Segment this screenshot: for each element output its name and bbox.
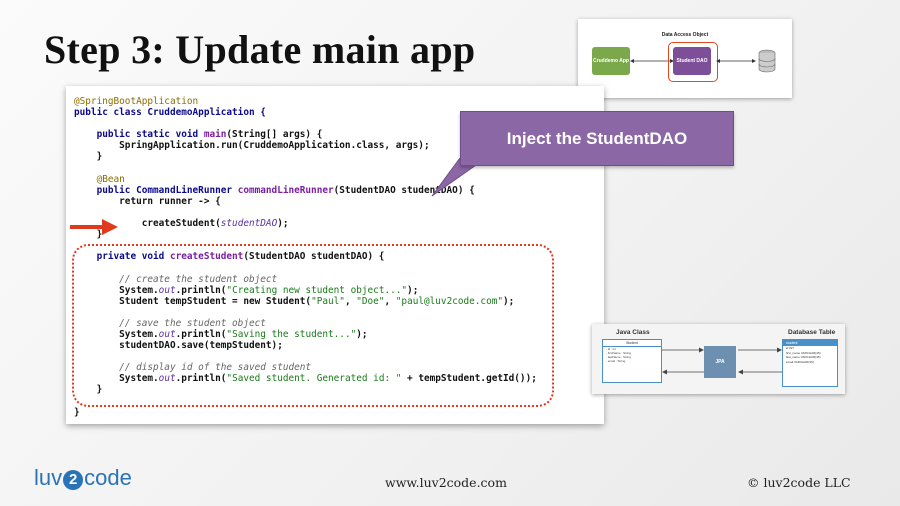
code-class-declaration: public class CruddemoApplication {	[74, 107, 266, 119]
code-field: studentDAO	[220, 218, 278, 230]
logo-badge: 2	[63, 470, 84, 490]
arrow-left-icon	[738, 369, 782, 375]
logo-text: luv	[34, 465, 63, 490]
java-class-header: Java Class	[616, 329, 650, 336]
code-method-name: main	[203, 129, 227, 141]
code-brace: }	[74, 406, 80, 418]
code-annotation: @SpringBootApplication	[74, 96, 199, 107]
code-keyword: public CommandLineRunner	[96, 184, 238, 196]
java-class-box: Student - id : int - firstName : String …	[602, 339, 662, 383]
code-keyword: public static void	[96, 129, 204, 141]
double-arrow-icon	[716, 59, 756, 63]
database-table-column: email VARCHAR(45)	[786, 359, 814, 364]
dao-diagram-header: Data Access Object	[661, 32, 709, 38]
database-table-header: Database Table	[788, 329, 836, 336]
java-class-name: Student	[603, 340, 661, 347]
footer-url: www.luv2code.com	[385, 475, 507, 490]
java-class-field: - email : String	[606, 359, 626, 363]
logo-text: code	[84, 465, 132, 490]
arrow-right-icon	[662, 347, 704, 353]
slide-title: Step 3: Update main app	[44, 27, 476, 72]
footer-copyright: © luv2code LLC	[747, 475, 851, 490]
code-text: );	[277, 218, 289, 230]
student-dao-box: Student DAO	[673, 47, 711, 75]
code-text: (String[] args) {	[226, 129, 323, 141]
arrow-left-icon	[662, 369, 704, 375]
method-highlight-box	[72, 244, 554, 407]
code-annotation: @Bean	[96, 173, 125, 185]
dao-diagram: Data Access Object Cruddemo App Student …	[578, 19, 792, 98]
code-text: SpringApplication.run(CruddemoApplicatio…	[119, 140, 430, 152]
red-arrow-icon	[70, 219, 118, 235]
database-table-box: student id INT first_name VARCHAR(45) la…	[782, 339, 838, 387]
code-text: return runner -> {	[119, 195, 221, 207]
code-brace: }	[96, 151, 103, 163]
code-text: createStudent(	[141, 218, 221, 230]
callout-inject-studentdao: Inject the StudentDAO	[460, 111, 734, 166]
code-method-name: commandLineRunner	[237, 184, 334, 196]
cruddemo-app-box: Cruddemo App	[592, 47, 630, 75]
luv2code-logo: luv 2 code	[34, 465, 132, 491]
jpa-box: JPA	[704, 346, 736, 378]
jpa-mapping-diagram: Java Class Database Table Student - id :…	[592, 324, 845, 394]
arrow-right-icon	[738, 347, 782, 353]
database-icon	[758, 49, 776, 73]
